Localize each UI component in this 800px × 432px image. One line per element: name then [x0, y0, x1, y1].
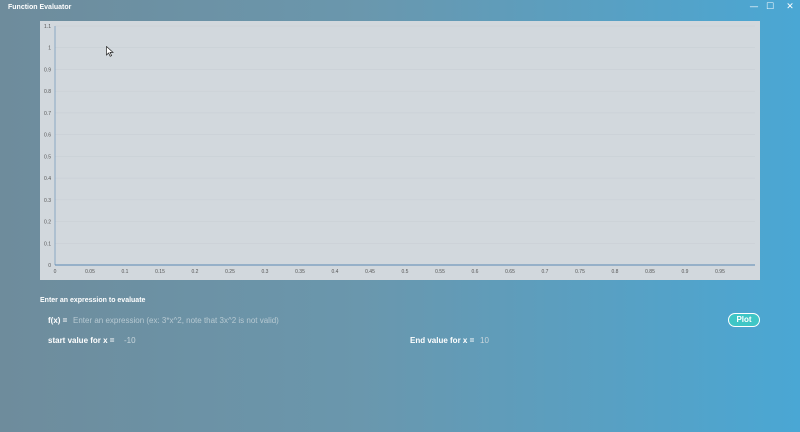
- x-tick-label: 0.5: [402, 269, 409, 275]
- x-tick-label: 0.85: [645, 269, 655, 275]
- start-value-input[interactable]: [124, 334, 184, 347]
- y-tick-label: 0.8: [44, 89, 51, 95]
- x-tick-label: 0.2: [192, 269, 199, 275]
- y-tick-label: 1.1: [44, 24, 51, 30]
- x-tick-label: 0.75: [575, 269, 585, 275]
- y-tick-label: 0.1: [44, 241, 51, 247]
- x-tick-label: 0.95: [715, 269, 725, 275]
- y-tick-label: 0.6: [44, 133, 51, 139]
- x-tick-label: 0.9: [682, 269, 689, 275]
- maximize-icon[interactable]: ☐: [760, 1, 780, 13]
- y-tick-label: 1: [48, 46, 51, 52]
- start-value-label: start value for x =: [48, 336, 115, 345]
- y-tick-label: 0.9: [44, 67, 51, 73]
- y-tick-label: 0.3: [44, 198, 51, 204]
- x-tick-label: 0.25: [225, 269, 235, 275]
- x-tick-label: 0.65: [505, 269, 515, 275]
- chart-panel: 0 0.1 0.2 0.3 0.4 0.5 0.6 0.7 0.8 0.9 1 1.1 0 0.05 0.1…: [40, 21, 760, 280]
- fx-label: f(x) =: [48, 316, 68, 325]
- end-value-input[interactable]: [480, 334, 540, 347]
- mouse-cursor-icon: [106, 46, 114, 57]
- title-bar: Function Evaluator — ☐ ✕: [0, 0, 800, 16]
- x-tick-label: 0.8: [612, 269, 619, 275]
- x-tick-label: 0.55: [435, 269, 445, 275]
- close-icon[interactable]: ✕: [780, 1, 800, 13]
- x-tick-label: 0.1: [122, 269, 129, 275]
- section-label: Enter an expression to evaluate: [40, 297, 146, 304]
- x-tick-label: 0.6: [472, 269, 479, 275]
- x-tick-label: 0.15: [155, 269, 165, 275]
- app-title: Function Evaluator: [8, 4, 72, 11]
- plot-button[interactable]: Plot: [728, 313, 760, 327]
- x-tick-label: 0.05: [85, 269, 95, 275]
- function-chart: 0 0.1 0.2 0.3 0.4 0.5 0.6 0.7 0.8 0.9 1 1.1 0 0.05 0.1…: [44, 24, 755, 275]
- x-tick-label: 0: [54, 269, 57, 275]
- x-tick-label: 0.35: [295, 269, 305, 275]
- x-tick-label: 0.7: [542, 269, 549, 275]
- y-tick-label: 0.7: [44, 111, 51, 117]
- y-tick-label: 0: [48, 263, 51, 269]
- y-tick-label: 0.4: [44, 176, 51, 182]
- end-value-label: End value for x =: [410, 336, 475, 345]
- x-tick-label: 0.3: [262, 269, 269, 275]
- x-tick-label: 0.4: [332, 269, 339, 275]
- y-tick-label: 0.2: [44, 220, 51, 226]
- expression-input[interactable]: [70, 313, 676, 327]
- x-tick-label: 0.45: [365, 269, 375, 275]
- y-tick-label: 0.5: [44, 154, 51, 160]
